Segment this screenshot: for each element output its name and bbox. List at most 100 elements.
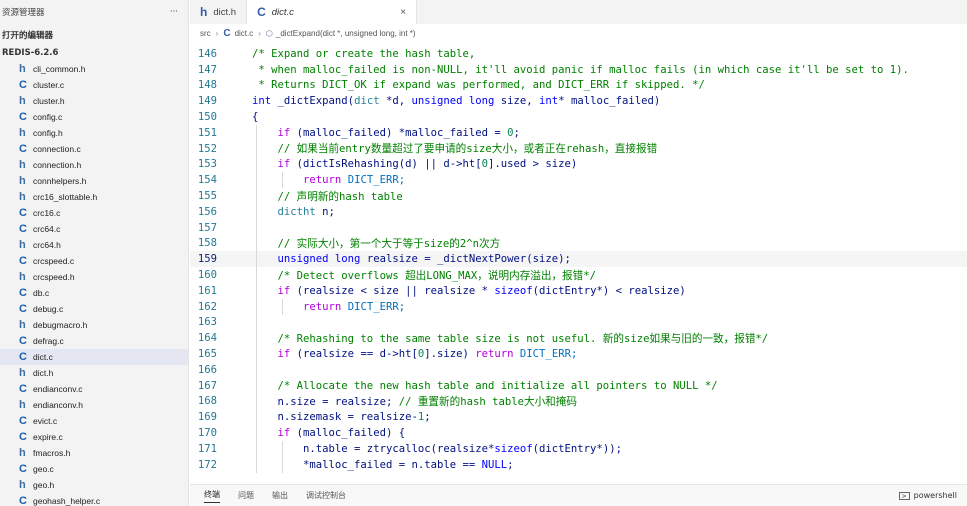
file-item[interactable]: Cdebug.c <box>0 301 188 317</box>
file-item[interactable]: Ccluster.c <box>0 77 188 93</box>
file-item[interactable]: h dict.h <box>0 365 188 381</box>
code-line[interactable]: 166 <box>190 361 967 378</box>
indent-guide <box>256 203 257 220</box>
panel-tab-terminal[interactable]: 终端 <box>204 489 220 503</box>
code-line[interactable]: 152 // 如果当前entry数量超过了要申请的size大小，或者正在reha… <box>190 140 967 157</box>
project-folder[interactable]: REDIS-6.2.6 <box>0 44 188 62</box>
code-line[interactable]: 154 return DICT_ERR; <box>190 172 967 189</box>
file-item[interactable]: Cevict.c <box>0 413 188 429</box>
code-token: ; <box>513 126 520 139</box>
indent-guide <box>256 425 257 441</box>
file-item[interactable]: h cli_common.h <box>0 61 188 77</box>
code-line[interactable]: 157 <box>190 219 967 236</box>
file-item[interactable]: h connhelpers.h <box>0 173 188 189</box>
tab-dict-c[interactable]: C dict.c × <box>247 0 418 24</box>
file-item[interactable]: h crcspeed.h <box>0 269 188 285</box>
file-item[interactable]: h crc16_slottable.h <box>0 189 188 205</box>
file-item[interactable]: Cexpire.c <box>0 429 188 445</box>
file-item[interactable]: Cdict.c <box>0 349 188 365</box>
code-line[interactable]: 150 { <box>190 109 967 125</box>
line-number: 166 <box>197 363 217 376</box>
code-line[interactable]: 170 if (malloc_failed) { <box>190 425 967 441</box>
line-number: 168 <box>197 395 217 408</box>
code-line[interactable]: 149 int _dictExpand(dict *d, unsigned lon… <box>190 93 967 109</box>
breadcrumb-folder[interactable]: src <box>200 29 211 38</box>
file-item[interactable]: h fmacros.h <box>0 445 188 461</box>
code-line[interactable]: 155 // 声明新的hash table <box>190 188 967 204</box>
file-item[interactable]: Cgeohash_helper.c <box>0 493 188 506</box>
file-item[interactable]: Cconnection.c <box>0 141 188 157</box>
code-text: int _dictExpand(dict *d, unsigned long s… <box>234 95 660 107</box>
file-item[interactable]: h endianconv.h <box>0 397 188 413</box>
code-line[interactable]: 147 * when malloc_failed is non-NULL, it… <box>190 62 967 78</box>
breadcrumb-file[interactable]: dict.c <box>235 29 254 38</box>
panel-tab-problems[interactable]: 问题 <box>238 490 254 501</box>
h-file-icon: h <box>19 127 26 139</box>
code-text: dictht n; <box>234 206 335 218</box>
open-editors-section[interactable]: 打开的编辑器 <box>0 26 188 44</box>
h-file-icon: h <box>19 191 26 203</box>
panel-tab-debug-console[interactable]: 调试控制台 <box>306 490 346 501</box>
code-line[interactable]: 171 n.table = ztrycalloc(realsize*sizeof… <box>190 440 967 457</box>
file-item[interactable]: Ccrc64.c <box>0 221 188 237</box>
code-token: unsigned long <box>411 95 495 108</box>
file-item[interactable]: Cendianconv.c <box>0 381 188 397</box>
code-token: *d, <box>379 95 412 108</box>
c-file-icon: C <box>19 303 27 315</box>
code-line[interactable]: 163 <box>190 314 967 331</box>
code-text: if (realsize == d->ht[0].size) return DI… <box>234 348 578 360</box>
file-name: cli_common.h <box>33 64 86 74</box>
line-number: 171 <box>197 442 217 455</box>
indent-guide <box>256 251 257 268</box>
file-name: cluster.c <box>33 80 65 90</box>
code-line[interactable]: 172 *malloc_failed = n.table == NULL; <box>190 456 967 473</box>
code-text: { <box>234 111 258 123</box>
code-line[interactable]: 165 if (realsize == d->ht[0].size) retur… <box>190 346 967 362</box>
code-line[interactable]: 164 /* Rehashing to the same table size … <box>190 330 967 347</box>
file-item[interactable]: h geo.h <box>0 477 188 493</box>
line-number: 169 <box>197 411 217 424</box>
file-item[interactable]: Cdefrag.c <box>0 333 188 349</box>
file-item[interactable]: Cdb.c <box>0 285 188 301</box>
file-item[interactable]: h config.h <box>0 125 188 141</box>
breadcrumb-symbol[interactable]: _dictExpand(dict *, unsigned long, int *… <box>276 29 416 38</box>
c-file-icon: C <box>19 223 27 235</box>
line-number: 147 <box>197 63 217 76</box>
code-line[interactable]: 160 /* Detect overflows 超出LONG_MAX，说明内存溢… <box>190 267 967 283</box>
h-file-icon: h <box>19 479 26 491</box>
file-item[interactable]: Cgeo.c <box>0 461 188 477</box>
file-item[interactable]: Cconfig.c <box>0 109 188 125</box>
code-line[interactable]: 158 // 实际大小，第一个大于等于size的2^n次方 <box>190 235 967 252</box>
file-item[interactable]: Ccrc16.c <box>0 205 188 221</box>
file-item[interactable]: h crc64.h <box>0 237 188 253</box>
file-name: expire.c <box>33 432 63 442</box>
code-line[interactable]: 151 if (malloc_failed) *malloc_failed = … <box>190 124 967 141</box>
terminal-name: powershell <box>913 491 957 500</box>
tab-dict-h[interactable]: h dict.h <box>190 0 248 24</box>
file-name: config.h <box>33 128 63 138</box>
code-line[interactable]: 153 if (dictIsRehashing(d) || d->ht[0].u… <box>190 156 967 173</box>
code-token: sizeof <box>494 442 533 455</box>
terminal-selector[interactable]: > powershell <box>898 491 957 500</box>
file-item[interactable]: h debugmacro.h <box>0 317 188 333</box>
more-actions-icon[interactable]: ··· <box>170 7 178 17</box>
code-line[interactable]: 167 /* Allocate the new hash table and i… <box>190 377 967 394</box>
code-line[interactable]: 159 unsigned long realsize = _dictNextPo… <box>190 251 967 268</box>
file-item[interactable]: h connection.h <box>0 157 188 173</box>
indent-guide <box>256 314 257 331</box>
code-line[interactable]: 162 return DICT_ERR; <box>190 298 967 315</box>
close-icon[interactable]: × <box>400 7 406 18</box>
file-item[interactable]: h cluster.h <box>0 93 188 109</box>
code-editor[interactable]: 146/* Expand or create the hash table, 14… <box>190 46 967 478</box>
code-line[interactable]: 156 dictht n; <box>190 203 967 220</box>
code-line[interactable]: 148 * Returns DICT_OK if expand was perf… <box>190 78 967 94</box>
code-line[interactable]: 168 n.size = realsize; // 重置新的hash table… <box>190 393 967 410</box>
code-token: unsigned long <box>277 253 361 266</box>
code-line[interactable]: 146 /* Expand or create the hash table, <box>190 46 967 62</box>
code-line[interactable]: 161 if (realsize < size || realsize * si… <box>190 282 967 299</box>
code-line[interactable]: 169 n.sizemask = realsize-1; <box>190 409 967 426</box>
file-item[interactable]: Ccrcspeed.c <box>0 253 188 269</box>
c-file-icon: C <box>19 463 27 475</box>
code-token: if <box>277 427 291 440</box>
panel-tab-output[interactable]: 输出 <box>272 490 288 501</box>
